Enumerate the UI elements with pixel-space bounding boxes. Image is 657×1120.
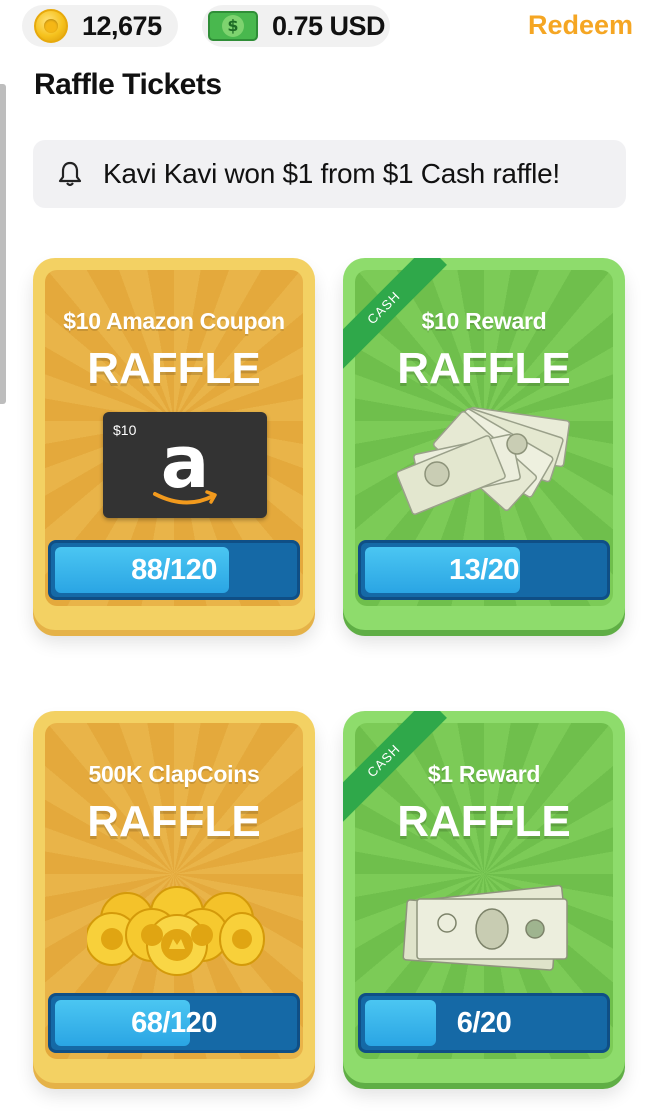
card-title: RAFFLE xyxy=(397,797,571,846)
scroll-indicator xyxy=(0,84,6,404)
coin-icon xyxy=(34,9,68,43)
card-background: $1 Reward RAFFLE 6/20 xyxy=(355,723,613,1059)
raffle-progress-bar: 13/20 xyxy=(358,540,610,600)
bell-icon xyxy=(58,161,82,187)
progress-label: 13/20 xyxy=(448,554,520,586)
dollar-bills-icon xyxy=(402,884,569,971)
coin-balance: 12,675 xyxy=(22,5,178,47)
progress-label: 68/120 xyxy=(131,1007,217,1039)
raffle-progress-bar: 68/120 xyxy=(48,993,300,1053)
amazon-smile-icon xyxy=(153,490,217,505)
card-background: $10 Amazon Coupon RAFFLE $10 a 88/120 xyxy=(45,270,303,606)
raffle-progress-bar: 6/20 xyxy=(358,993,610,1053)
coin-stack-icon xyxy=(87,886,265,976)
amazon-gift-card-image: $10 a xyxy=(103,412,267,518)
card-background: 500K ClapCoins RAFFLE 68/120 xyxy=(45,723,303,1059)
cash-balance-value: 0.75 USD xyxy=(272,10,386,41)
dollar-bill-icon: $ xyxy=(208,11,258,41)
progress-label: 6/20 xyxy=(456,1007,512,1039)
winner-notification: Kavi Kavi won $1 from $1 Cash raffle! xyxy=(33,140,626,208)
redeem-button[interactable]: Redeem xyxy=(528,10,633,41)
top-bar: 12,675 $ 0.75 USD Redeem xyxy=(0,0,657,56)
card-subtitle: $10 Amazon Coupon xyxy=(63,308,285,334)
raffle-progress-bar: 88/120 xyxy=(48,540,300,600)
card-background: $10 Reward RAFFLE 13/20 xyxy=(355,270,613,606)
raffle-card-10-reward[interactable]: CASH $10 Reward RAFFLE 13/20 xyxy=(343,258,625,630)
card-title: RAFFLE xyxy=(397,344,571,393)
progress-label: 88/120 xyxy=(131,554,217,586)
coin-balance-value: 12,675 xyxy=(82,10,162,41)
notification-text: Kavi Kavi won $1 from $1 Cash raffle! xyxy=(103,158,560,189)
page-title: Raffle Tickets xyxy=(34,68,222,101)
raffle-card-clapcoins[interactable]: 500K ClapCoins RAFFLE 68/120 xyxy=(33,711,315,1083)
card-subtitle: 500K ClapCoins xyxy=(88,761,260,787)
raffle-card-1-reward[interactable]: CASH $1 Reward RAFFLE 6/20 xyxy=(343,711,625,1083)
card-title: RAFFLE xyxy=(87,344,261,393)
raffle-card-amazon[interactable]: $10 Amazon Coupon RAFFLE $10 a 88/120 xyxy=(33,258,315,630)
cash-stack-icon xyxy=(397,406,571,515)
cash-balance: $ 0.75 USD xyxy=(202,5,390,47)
card-title: RAFFLE xyxy=(87,797,261,846)
